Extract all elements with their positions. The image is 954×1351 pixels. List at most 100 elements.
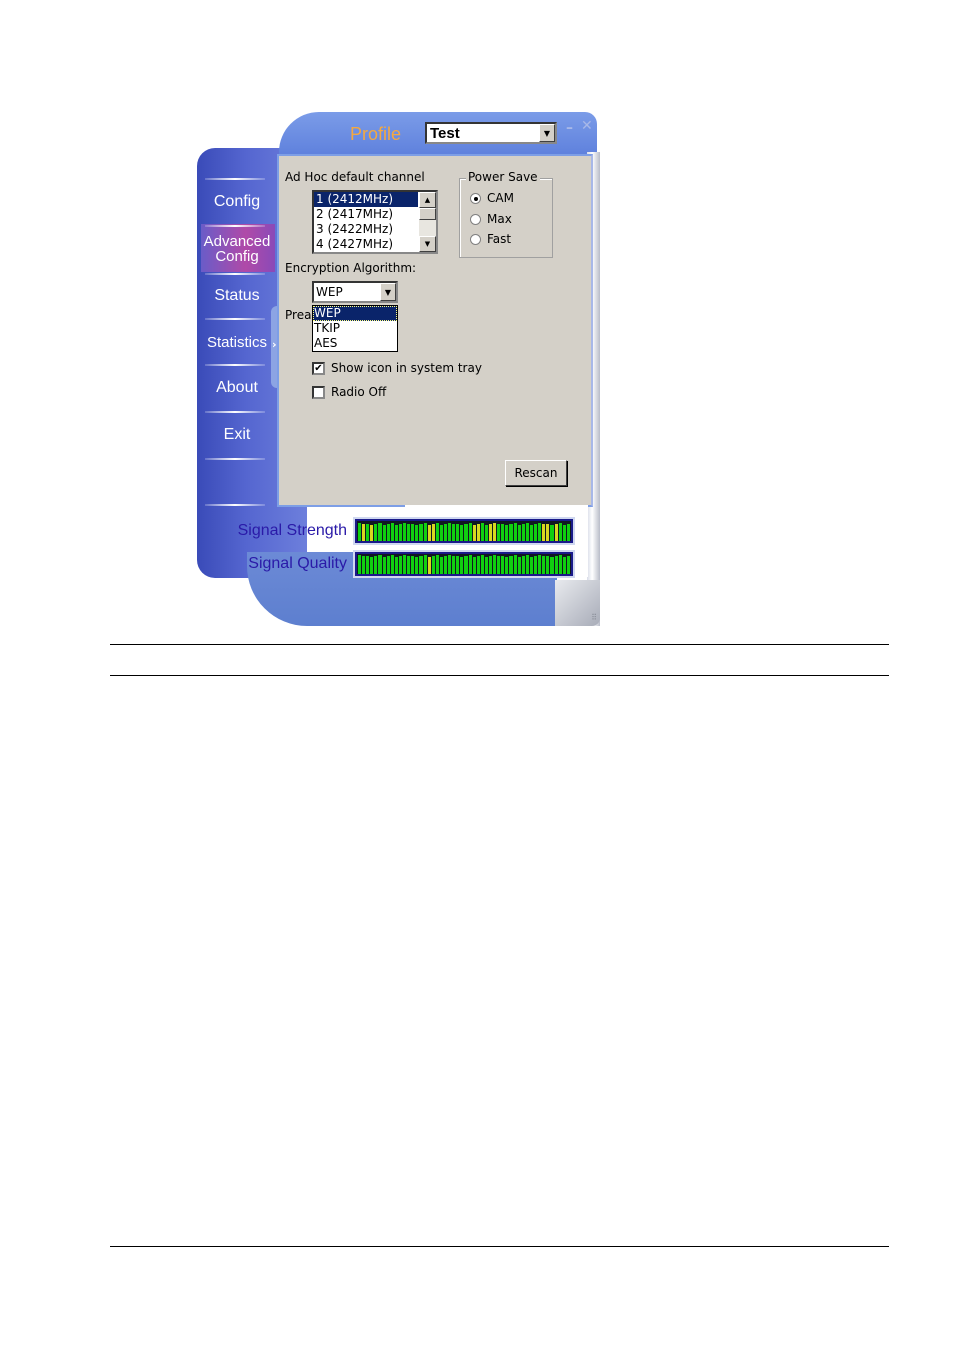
power-save-fast[interactable]: Fast xyxy=(470,232,511,246)
signal-bar xyxy=(398,523,403,541)
sidebar-item-about[interactable]: About xyxy=(197,379,277,397)
signal-bar xyxy=(509,556,513,574)
signal-bar xyxy=(513,555,517,574)
checkbox-checked-icon[interactable]: ✔ xyxy=(312,361,325,375)
signal-bar xyxy=(464,524,468,541)
power-save-max[interactable]: Max xyxy=(470,212,512,226)
signal-bar xyxy=(562,556,566,574)
signal-bar xyxy=(366,555,370,574)
encryption-dropdown-list[interactable]: WEP TKIP AES xyxy=(312,305,398,352)
signal-bar xyxy=(546,523,550,541)
radio-icon[interactable] xyxy=(470,213,481,225)
signal-bar xyxy=(407,524,411,541)
radio-icon[interactable] xyxy=(470,233,481,245)
signal-bar xyxy=(374,524,378,541)
channel-option[interactable]: 3 (2422MHz) xyxy=(314,222,418,237)
signal-bar xyxy=(529,524,534,541)
profile-select[interactable]: Test ▼ xyxy=(425,122,557,144)
rescan-button[interactable]: Rescan xyxy=(505,460,567,486)
signal-bar xyxy=(529,556,534,574)
signal-bar xyxy=(382,556,386,574)
encryption-value: WEP xyxy=(316,285,343,299)
signal-bar xyxy=(452,556,456,574)
close-icon[interactable]: ✕ xyxy=(581,118,593,134)
signal-bar xyxy=(505,557,509,574)
show-icon-label: Show icon in system tray xyxy=(331,361,482,375)
signal-bar xyxy=(358,523,362,541)
sidebar-item-advanced-config[interactable]: Advanced Config xyxy=(197,234,277,264)
signal-bar xyxy=(378,555,382,574)
nav-separator xyxy=(205,504,265,506)
signal-bar xyxy=(411,523,415,541)
signal-bar xyxy=(431,556,435,574)
signal-bar xyxy=(501,555,505,574)
resize-corner[interactable]: ⠿ xyxy=(555,580,600,626)
signal-bar xyxy=(534,523,538,541)
power-save-title: Power Save xyxy=(466,170,540,184)
radio-selected-icon[interactable] xyxy=(470,192,481,204)
signal-bar xyxy=(476,524,480,541)
page-rule-bottom xyxy=(110,1246,889,1247)
adhoc-channel-list[interactable]: 1 (2412MHz) 2 (2417MHz) 3 (2422MHz) 4 (2… xyxy=(312,190,438,254)
signal-bar xyxy=(386,524,390,541)
sidebar-item-status[interactable]: Status xyxy=(197,287,277,305)
sidebar-item-statistics[interactable]: Statistics xyxy=(197,334,277,351)
signal-bar xyxy=(489,555,493,574)
channel-list-scrollbar[interactable]: ▲ ▼ xyxy=(419,192,436,252)
signal-bar xyxy=(538,523,542,541)
show-icon-checkbox-row[interactable]: ✔ Show icon in system tray xyxy=(312,361,482,375)
profile-value: Test xyxy=(430,125,460,142)
signal-bar xyxy=(562,524,566,541)
scroll-up-icon[interactable]: ▲ xyxy=(419,192,436,208)
signal-bar xyxy=(566,524,570,541)
signal-bar xyxy=(460,557,464,574)
encryption-option-wep[interactable]: WEP xyxy=(313,306,397,321)
signal-bar xyxy=(448,523,452,541)
signal-bar xyxy=(534,555,538,574)
encryption-option-tkip[interactable]: TKIP xyxy=(313,321,397,336)
signal-bar xyxy=(480,523,484,541)
signal-bar xyxy=(538,555,542,574)
radio-off-checkbox-row[interactable]: Radio Off xyxy=(312,385,386,399)
chevron-down-icon[interactable]: ▼ xyxy=(539,124,555,142)
signal-bar xyxy=(394,524,398,541)
signal-bar xyxy=(501,523,505,541)
signal-bar xyxy=(468,555,472,574)
signal-bar xyxy=(484,524,488,541)
channel-option[interactable]: 2 (2417MHz) xyxy=(314,207,418,222)
signal-bar xyxy=(480,555,484,574)
signal-bar xyxy=(431,524,435,541)
signal-bar xyxy=(542,556,546,574)
signal-bar xyxy=(489,523,493,541)
sidebar-item-config[interactable]: Config xyxy=(197,193,277,211)
scroll-down-icon[interactable]: ▼ xyxy=(419,236,436,252)
preamble-label: Prea xyxy=(285,308,312,322)
signal-bar xyxy=(382,524,386,541)
power-save-group: Power Save CAM Max Fast xyxy=(459,170,553,258)
channel-option[interactable]: 1 (2412MHz) xyxy=(314,192,418,207)
power-save-cam[interactable]: CAM xyxy=(470,191,514,205)
radio-off-label: Radio Off xyxy=(331,385,387,399)
signal-bar xyxy=(407,556,411,574)
signal-bar xyxy=(493,555,497,574)
signal-bar xyxy=(439,524,443,541)
signal-bar xyxy=(456,555,460,574)
chevron-down-icon[interactable]: ▼ xyxy=(380,283,396,301)
wireless-utility-window: ⠿ Profile Test ▼ – ✕ Config Advanced Conf… xyxy=(197,112,600,626)
encryption-select[interactable]: WEP ▼ xyxy=(312,281,398,303)
encryption-label: Encryption Algorithm: xyxy=(285,261,417,275)
checkbox-icon[interactable] xyxy=(312,385,325,399)
page-rule-top xyxy=(110,644,889,645)
channel-option[interactable]: 4 (2427MHz) xyxy=(314,237,418,252)
profile-label: Profile xyxy=(350,124,402,144)
sidebar-item-exit[interactable]: Exit xyxy=(197,426,277,444)
signal-bar xyxy=(415,525,419,541)
minimize-icon[interactable]: – xyxy=(566,120,573,136)
signal-bar xyxy=(493,523,497,541)
signal-bar xyxy=(390,555,394,574)
encryption-option-aes[interactable]: AES xyxy=(313,336,397,351)
signal-bar xyxy=(546,555,550,574)
scroll-thumb[interactable] xyxy=(419,208,436,220)
signal-strength-meter xyxy=(353,517,575,545)
signal-bar xyxy=(370,557,374,574)
